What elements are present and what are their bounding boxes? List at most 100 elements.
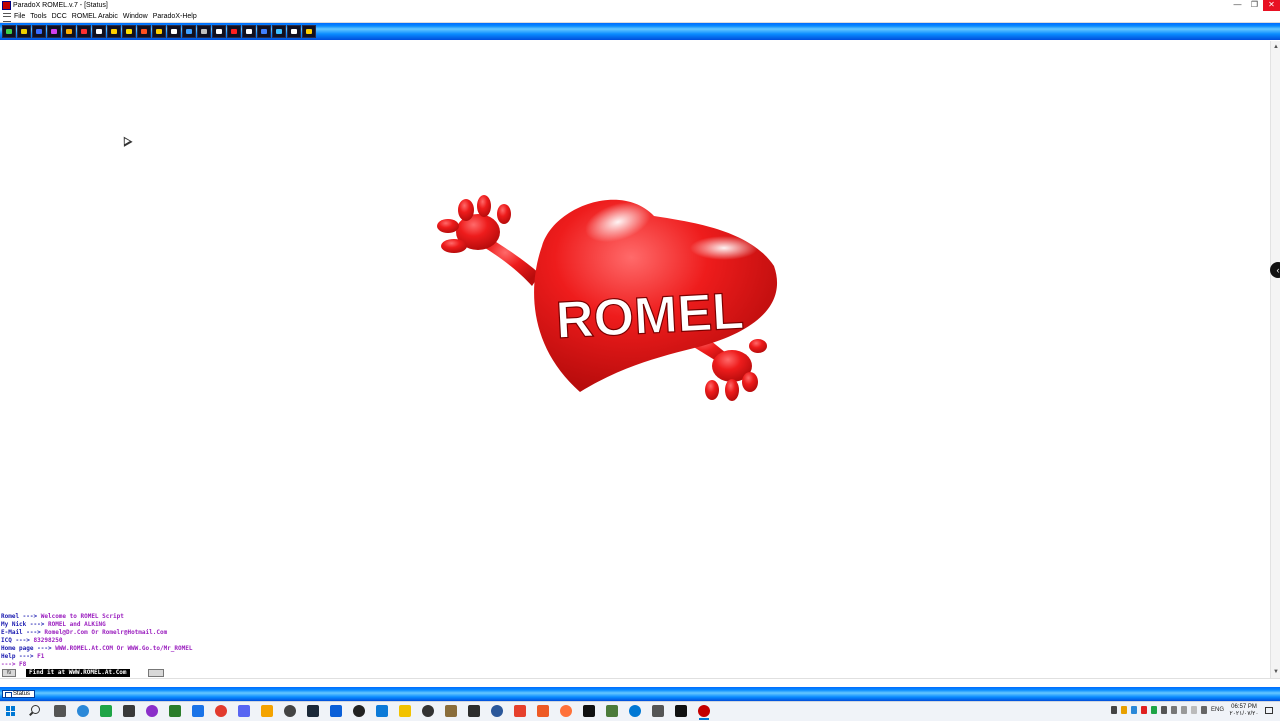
taskbar-app-6-icon[interactable] [169, 705, 181, 717]
taskbar-app-14-icon[interactable] [353, 705, 365, 717]
status-line: My Nick ---> ROMEL and ALKiNG [1, 621, 192, 629]
taskbar-app-28-icon[interactable] [675, 705, 687, 717]
scroll-up-icon[interactable]: ▲ [1272, 43, 1280, 51]
toolbar-button-10-icon[interactable] [137, 25, 151, 38]
status-line: Help ---> F1 [1, 653, 192, 661]
toolbar-button-17-icon[interactable] [242, 25, 256, 38]
toolbar-button-11-icon[interactable] [152, 25, 166, 38]
menu-tools[interactable]: Tools [30, 11, 51, 22]
toolbar-button-9-icon[interactable] [122, 25, 136, 38]
status-line: Romel ---> Welcome to ROMEL Script [1, 613, 192, 621]
status-line: ICQ ---> 83298250 [1, 637, 192, 645]
app-icon[interactable] [2, 1, 11, 10]
toolbar-button-16-icon[interactable] [227, 25, 241, 38]
tray-4-icon[interactable] [1140, 706, 1147, 714]
status-line: E-Mail ---> Romel@Dr.Com Or Romelr@Hotma… [1, 629, 192, 637]
toolbar-button-14-icon[interactable] [197, 25, 211, 38]
toolbar-button-18-icon[interactable] [257, 25, 271, 38]
status-line-value: Romel@Dr.Com Or Romelr@Hotmail.Com [44, 629, 168, 636]
toolbar-button-15-icon[interactable] [212, 25, 226, 38]
toolbar-button-5-icon[interactable] [62, 25, 76, 38]
window-title: ParadoX ROMEL.v.7 - [Status] [13, 2, 108, 9]
menu-file[interactable]: File [14, 11, 30, 22]
taskbar-app-17-icon[interactable] [422, 705, 434, 717]
menu-paradox-help[interactable]: ParadoX-Help [153, 11, 202, 22]
toolbar-button-8-icon[interactable] [107, 25, 121, 38]
taskbar-app-10-icon[interactable] [261, 705, 273, 717]
heart-highlight-right [690, 236, 758, 260]
taskbar-app-27-icon[interactable] [652, 705, 664, 717]
status-line-label: E-Mail ---> [1, 629, 41, 636]
menu-bar: File Tools DCC ROMEL Arabic Window Parad… [0, 11, 1280, 23]
language-indicator[interactable]: ENG [1211, 707, 1224, 713]
tray-3-icon[interactable] [1130, 706, 1137, 714]
taskbar-app-16-icon[interactable] [399, 705, 411, 717]
toolbar-button-12-icon[interactable] [167, 25, 181, 38]
mdi-child-menu-icon[interactable] [3, 13, 11, 22]
notification-icon[interactable] [1265, 707, 1273, 714]
toolbar-button-19-icon[interactable] [272, 25, 286, 38]
taskbar-app-25-icon[interactable] [606, 705, 618, 717]
windows-taskbar: ENG 06:57 PM ٢٠٢١/٠٧/٢٠ [0, 701, 1280, 721]
taskbar-app-21-icon[interactable] [514, 705, 526, 717]
tray-8-icon[interactable] [1180, 706, 1187, 714]
taskbar-app-7-icon[interactable] [192, 705, 204, 717]
toolbar-button-1-icon[interactable] [2, 25, 16, 38]
input-marquee-text: Find it at WWW.ROMEL.At.Com [26, 669, 130, 677]
taskbar-app-19-icon[interactable] [468, 705, 480, 717]
toolbar-button-3-icon[interactable] [32, 25, 46, 38]
tray-7-icon[interactable] [1170, 706, 1177, 714]
toolbar-button-21-icon[interactable] [302, 25, 316, 38]
taskbar-app-20-icon[interactable] [491, 705, 503, 717]
taskbar-app-15-icon[interactable] [376, 705, 388, 717]
status-line-label: ICQ ---> [1, 637, 30, 644]
menu-window[interactable]: Window [123, 11, 153, 22]
taskbar-app-26-icon[interactable] [629, 705, 641, 717]
side-panel-handle-icon[interactable]: ‹ [1270, 262, 1280, 278]
command-input-bar[interactable]: \\\ Find it at WWW.ROMEL.At.Com [0, 669, 1270, 678]
toolbar-button-13-icon[interactable] [182, 25, 196, 38]
windows-start-icon[interactable] [6, 706, 16, 716]
scroll-down-icon[interactable]: ▼ [1272, 668, 1280, 676]
input-right-icon[interactable] [148, 669, 164, 677]
minimize-button[interactable]: — [1229, 0, 1246, 11]
menu-romel-arabic[interactable]: ROMEL Arabic [72, 11, 123, 22]
taskbar-app-3-icon[interactable] [100, 705, 112, 717]
toolbar-button-20-icon[interactable] [287, 25, 301, 38]
taskbar-app-24-icon[interactable] [583, 705, 595, 717]
taskbar-app-4-icon[interactable] [123, 705, 135, 717]
tray-10-icon[interactable] [1200, 706, 1207, 714]
taskbar-app-5-icon[interactable] [146, 705, 158, 717]
taskbar-app-9-icon[interactable] [238, 705, 250, 717]
toolbar-button-7-icon[interactable] [92, 25, 106, 38]
taskbar-app-11-icon[interactable] [284, 705, 296, 717]
taskbar-app-29-icon[interactable] [698, 705, 710, 720]
tray-1-icon[interactable] [1110, 706, 1117, 714]
toolbar-button-6-icon[interactable] [77, 25, 91, 38]
menu-dcc[interactable]: DCC [52, 11, 72, 22]
taskbar-app-1-icon[interactable] [54, 705, 66, 717]
tray-9-icon[interactable] [1190, 706, 1197, 714]
close-button[interactable]: ✕ [1263, 0, 1280, 11]
status-line-label: Romel ---> [1, 613, 38, 620]
status-line-value: ---> F8 [1, 661, 27, 668]
toolbar-button-4-icon[interactable] [47, 25, 61, 38]
taskbar-app-13-icon[interactable] [330, 705, 342, 717]
taskbar-app-23-icon[interactable] [560, 705, 572, 717]
taskbar-app-8-icon[interactable] [215, 705, 227, 717]
clock-date: ٢٠٢١/٠٧/٢٠ [1229, 711, 1259, 717]
restore-button[interactable]: ❐ [1246, 0, 1263, 11]
taskbar-app-22-icon[interactable] [537, 705, 549, 717]
tray-5-icon[interactable] [1150, 706, 1157, 714]
toolbar-button-2-icon[interactable] [17, 25, 31, 38]
taskbar-app-2-icon[interactable] [77, 705, 89, 717]
tray-6-icon[interactable] [1160, 706, 1167, 714]
taskbar-app-18-icon[interactable] [445, 705, 457, 717]
input-left-icon[interactable]: \\\ [2, 669, 16, 677]
taskbar-app-12-icon[interactable] [307, 705, 319, 717]
vertical-scrollbar[interactable]: ▲ ▼ [1270, 41, 1280, 678]
taskbar-clock[interactable]: 06:57 PM ٢٠٢١/٠٧/٢٠ [1226, 704, 1262, 718]
tray-2-icon[interactable] [1120, 706, 1127, 714]
switchbar-tab-status[interactable]: Status [2, 690, 36, 698]
search-icon[interactable] [31, 705, 40, 714]
